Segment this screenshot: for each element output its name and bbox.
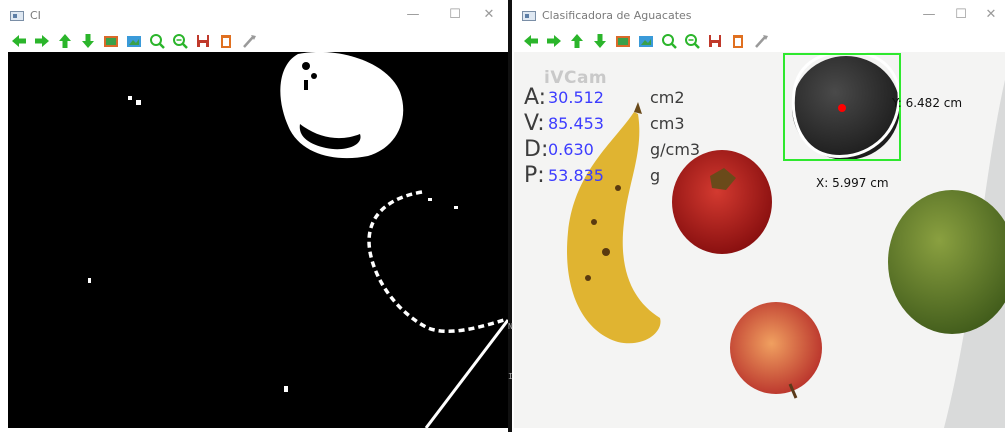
window-app-icon	[522, 11, 536, 21]
zoom-out-icon[interactable]	[683, 32, 701, 50]
window-title: Clasificadora de Aguacates	[542, 9, 692, 22]
save-icon[interactable]	[194, 32, 212, 50]
classifier-window: Clasificadora de Aguacates — ☐ ✕ iVCam A…	[512, 0, 1005, 432]
zoom-in-icon[interactable]	[148, 32, 166, 50]
minimize-button[interactable]: —	[920, 6, 938, 24]
pan-left-icon[interactable]	[10, 32, 28, 50]
picture-icon[interactable]	[637, 32, 655, 50]
pan-left-icon[interactable]	[522, 32, 540, 50]
camera-view-canvas: iVCam A: 30.512 cm2 V: 85.453 cm3 D: 0.630 g/cm3…	[514, 52, 1005, 428]
console-text-fragment: N	[508, 322, 513, 331]
close-button[interactable]: ✕	[982, 6, 1000, 24]
copy-icon[interactable]	[217, 32, 235, 50]
maximize-button[interactable]: ☐	[952, 6, 970, 24]
zoom-in-icon[interactable]	[660, 32, 678, 50]
pan-right-icon[interactable]	[545, 32, 563, 50]
picture-icon[interactable]	[125, 32, 143, 50]
measurement-unit: g	[650, 166, 661, 185]
y-dimension-label: Y: 6.482 cm	[892, 96, 963, 110]
measurement-value: 0.630	[548, 140, 594, 159]
measurement-value: 85.453	[548, 114, 604, 133]
properties-icon[interactable]	[752, 32, 770, 50]
title-bar[interactable]: Clasificadora de Aguacates — ☐ ✕	[512, 0, 1005, 30]
pan-down-icon[interactable]	[591, 32, 609, 50]
image-icon[interactable]	[614, 32, 632, 50]
measurement-label: P:	[524, 163, 545, 188]
measurement-label: A:	[524, 85, 547, 110]
zoom-out-icon[interactable]	[171, 32, 189, 50]
pan-up-icon[interactable]	[568, 32, 586, 50]
window-app-icon	[10, 11, 24, 21]
binary-mask-canvas	[8, 52, 508, 428]
pan-right-icon[interactable]	[33, 32, 51, 50]
maximize-button[interactable]: ☐	[446, 6, 464, 24]
watermark: iVCam	[544, 68, 608, 88]
console-text-fragment: I	[508, 372, 513, 381]
pan-down-icon[interactable]	[79, 32, 97, 50]
measurement-unit: cm3	[650, 114, 685, 133]
toolbar	[512, 30, 1005, 52]
binary-image-window: CI — ☐ ✕	[0, 0, 508, 432]
properties-icon[interactable]	[240, 32, 258, 50]
measurement-unit: g/cm3	[650, 140, 701, 159]
measurement-label: D:	[524, 137, 549, 162]
x-dimension-label: X: 5.997 cm	[816, 176, 889, 190]
window-title: CI	[30, 9, 41, 22]
measurement-value: 30.512	[548, 88, 604, 107]
pan-up-icon[interactable]	[56, 32, 74, 50]
image-icon[interactable]	[102, 32, 120, 50]
copy-icon[interactable]	[729, 32, 747, 50]
measurement-value: 53.835	[548, 166, 604, 185]
toolbar	[0, 30, 508, 52]
measurement-label: V:	[524, 111, 545, 136]
save-icon[interactable]	[706, 32, 724, 50]
title-bar[interactable]: CI — ☐ ✕	[0, 0, 508, 30]
measurement-unit: cm2	[650, 88, 685, 107]
close-button[interactable]: ✕	[480, 6, 498, 24]
binary-mask-image	[8, 52, 508, 428]
minimize-button[interactable]: —	[404, 6, 422, 24]
